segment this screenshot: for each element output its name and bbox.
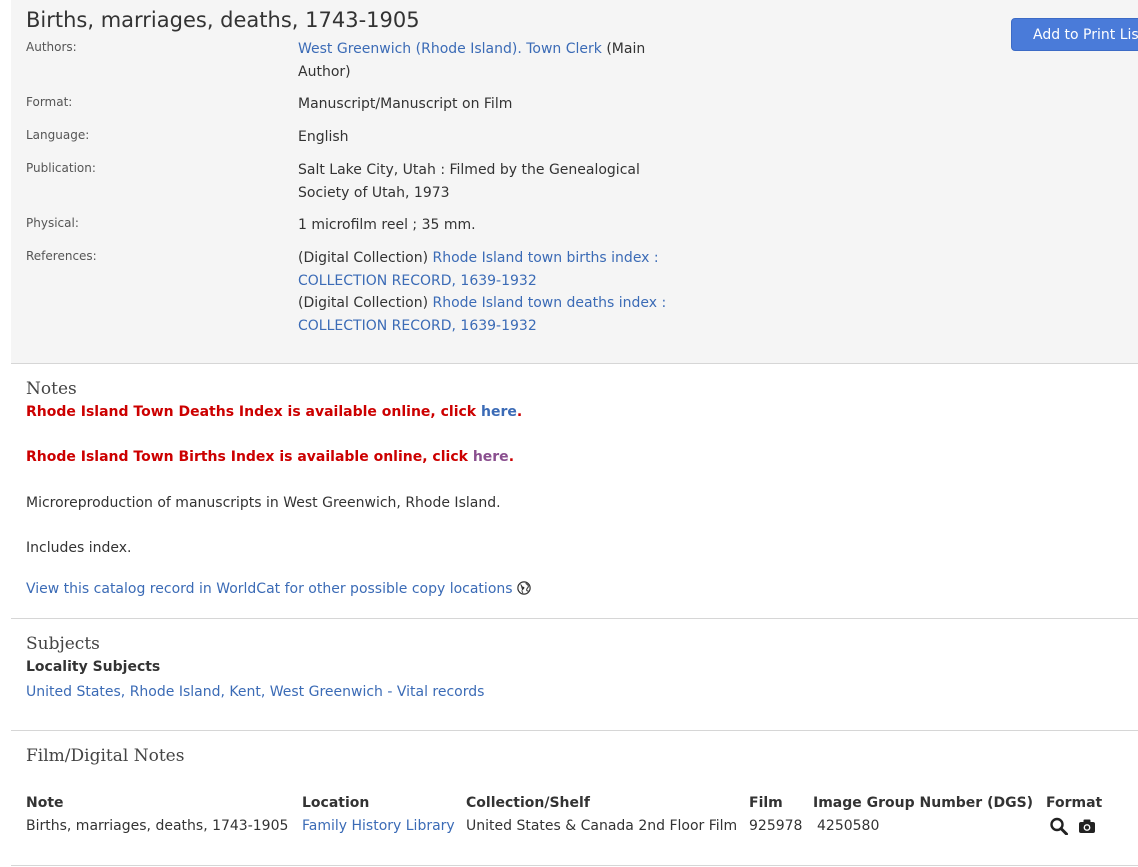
locality-subject-row: United States, Rhode Island, Kent, West … <box>26 684 484 700</box>
column-header-format: Format <box>1046 795 1103 811</box>
births-index-note: Rhode Island Town Births Index is availa… <box>26 449 514 465</box>
notes-title: Notes <box>26 379 77 399</box>
physical-label: Physical: <box>26 216 79 230</box>
column-header-film: Film <box>749 795 783 811</box>
language-value: English <box>298 129 349 145</box>
reference-prefix: (Digital Collection) <box>298 250 433 266</box>
dgs-number-cell: 4250580 <box>817 818 880 834</box>
deaths-here-link[interactable]: here <box>481 404 517 420</box>
location-cell: Family History Library <box>302 818 455 834</box>
globe-icon <box>516 581 531 595</box>
add-to-print-list-button[interactable]: Add to Print List <box>1011 18 1138 51</box>
references-label: References: <box>26 249 97 263</box>
format-value: Manuscript/Manuscript on Film <box>298 96 513 112</box>
collection-cell: United States & Canada 2nd Floor Film <box>466 818 738 834</box>
column-header-note: Note <box>26 795 64 811</box>
column-header-dgs: Image Group Number (DGS) <box>813 795 1034 811</box>
column-header-collection: Collection/Shelf <box>466 795 590 811</box>
subjects-section: Subjects Locality Subjects United States… <box>11 619 1138 731</box>
camera-icon[interactable] <box>1077 817 1097 835</box>
format-label: Format: <box>26 95 73 109</box>
deaths-note-text: Rhode Island Town Deaths Index is availa… <box>26 404 481 420</box>
locality-subjects-title: Locality Subjects <box>26 659 161 675</box>
film-notes-title: Film/Digital Notes <box>26 746 185 766</box>
record-details: Births, marriages, deaths, 1743-1905 Add… <box>11 0 1138 364</box>
period: . <box>516 404 523 420</box>
deaths-index-note: Rhode Island Town Deaths Index is availa… <box>26 404 522 420</box>
index-note: Includes index. <box>26 540 132 556</box>
locality-subject-link[interactable]: United States, Rhode Island, Kent, West … <box>26 684 484 700</box>
subjects-title: Subjects <box>26 634 100 654</box>
publication-value: Salt Lake City, Utah : Filmed by the Gen… <box>298 162 640 201</box>
language-label: Language: <box>26 128 90 142</box>
references-value: (Digital Collection) Rhode Island town b… <box>298 247 688 337</box>
births-note-text: Rhode Island Town Births Index is availa… <box>26 449 473 465</box>
authors-label: Authors: <box>26 40 77 54</box>
worldcat-row: View this catalog record in WorldCat for… <box>26 581 531 597</box>
worldcat-link[interactable]: View this catalog record in WorldCat for… <box>26 581 513 597</box>
film-number-cell: 925978 <box>749 818 803 834</box>
physical-value: 1 microfilm reel ; 35 mm. <box>298 217 476 233</box>
page-title: Births, marriages, deaths, 1743-1905 <box>26 8 420 32</box>
microreproduction-note: Microreproduction of manuscripts in West… <box>26 495 501 511</box>
births-here-link[interactable]: here <box>473 449 509 465</box>
notes-section: Notes Rhode Island Town Deaths Index is … <box>11 364 1138 619</box>
author-link[interactable]: West Greenwich (Rhode Island). Town Cler… <box>298 41 602 57</box>
search-icon[interactable] <box>1049 817 1069 835</box>
reference-prefix: (Digital Collection) <box>298 295 433 311</box>
note-cell: Births, marriages, deaths, 1743-1905 <box>26 818 289 834</box>
location-link[interactable]: Family History Library <box>302 818 455 834</box>
column-header-location: Location <box>302 795 370 811</box>
authors-value: West Greenwich (Rhode Island). Town Cler… <box>298 38 688 83</box>
publication-label: Publication: <box>26 161 96 175</box>
period: . <box>508 449 515 465</box>
